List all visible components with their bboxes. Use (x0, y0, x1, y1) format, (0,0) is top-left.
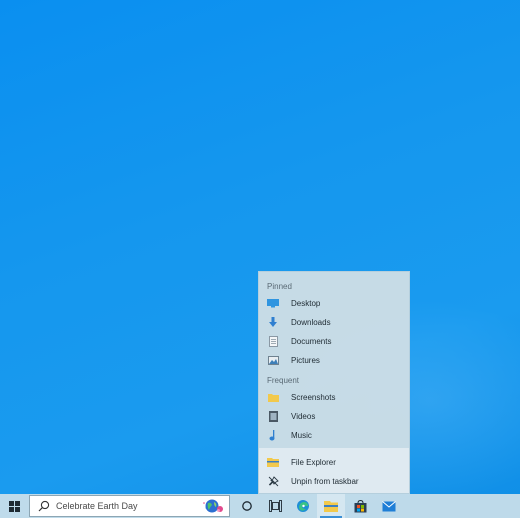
jump-list-item-label: Documents (291, 336, 332, 346)
music-folder-icon (267, 429, 279, 441)
task-view-button[interactable] (261, 494, 289, 518)
pinned-section-header: Pinned (267, 282, 292, 291)
jump-list-action-unpin[interactable]: Unpin from taskbar (259, 472, 409, 490)
earth-day-globe-icon[interactable] (201, 498, 223, 514)
pictures-folder-icon (267, 354, 279, 366)
store-icon (354, 499, 366, 512)
jump-list-item-label: Screenshots (291, 392, 336, 402)
file-explorer-icon (267, 456, 279, 468)
file-explorer-icon (324, 501, 338, 512)
search-placeholder: Celebrate Earth Day (56, 501, 138, 511)
documents-folder-icon (267, 335, 279, 347)
jump-list-item-screenshots[interactable]: Screenshots (259, 388, 409, 406)
jump-list-actions: File Explorer Unpin from taskbar (259, 448, 409, 493)
search-box[interactable]: Celebrate Earth Day (29, 495, 230, 517)
jump-list-item-label: Downloads (291, 317, 331, 327)
unpin-icon (267, 475, 279, 487)
search-icon (38, 500, 50, 512)
jump-list-item-music[interactable]: Music (259, 426, 409, 444)
videos-folder-icon (267, 410, 279, 422)
mail-icon (382, 500, 396, 511)
file-explorer-jump-list: Pinned Desktop Downloads Documents Pictu… (258, 271, 410, 494)
edge-icon (297, 500, 309, 512)
jump-list-item-documents[interactable]: Documents (259, 332, 409, 350)
taskbar: Celebrate Earth Day (0, 494, 520, 518)
frequent-section-header: Frequent (267, 376, 300, 385)
jump-list-item-label: Music (291, 430, 312, 440)
jump-list-item-label: Unpin from taskbar (291, 476, 359, 486)
jump-list-item-downloads[interactable]: Downloads (259, 313, 409, 331)
jump-list-item-label: Videos (291, 411, 316, 421)
jump-list-item-label: Pictures (291, 355, 320, 365)
jump-list-action-file-explorer[interactable]: File Explorer (259, 453, 409, 471)
windows-logo-icon (8, 500, 20, 512)
taskbar-app-edge[interactable] (289, 494, 317, 518)
desktop-folder-icon (267, 297, 279, 309)
jump-list-item-desktop[interactable]: Desktop (259, 294, 409, 312)
folder-icon (267, 391, 279, 403)
taskbar-app-file-explorer[interactable] (317, 494, 345, 518)
jump-list-item-pictures[interactable]: Pictures (259, 351, 409, 369)
cortana-icon (242, 501, 252, 511)
jump-list-item-label: Desktop (291, 298, 321, 308)
taskbar-app-store[interactable] (346, 494, 374, 518)
taskbar-app-mail[interactable] (375, 494, 403, 518)
cortana-button[interactable] (233, 494, 261, 518)
downloads-folder-icon (267, 316, 279, 328)
start-button[interactable] (0, 494, 28, 518)
jump-list-item-videos[interactable]: Videos (259, 407, 409, 425)
jump-list-item-label: File Explorer (291, 457, 336, 467)
task-view-icon (268, 500, 282, 512)
jump-list-items: Pinned Desktop Downloads Documents Pictu… (259, 272, 409, 448)
